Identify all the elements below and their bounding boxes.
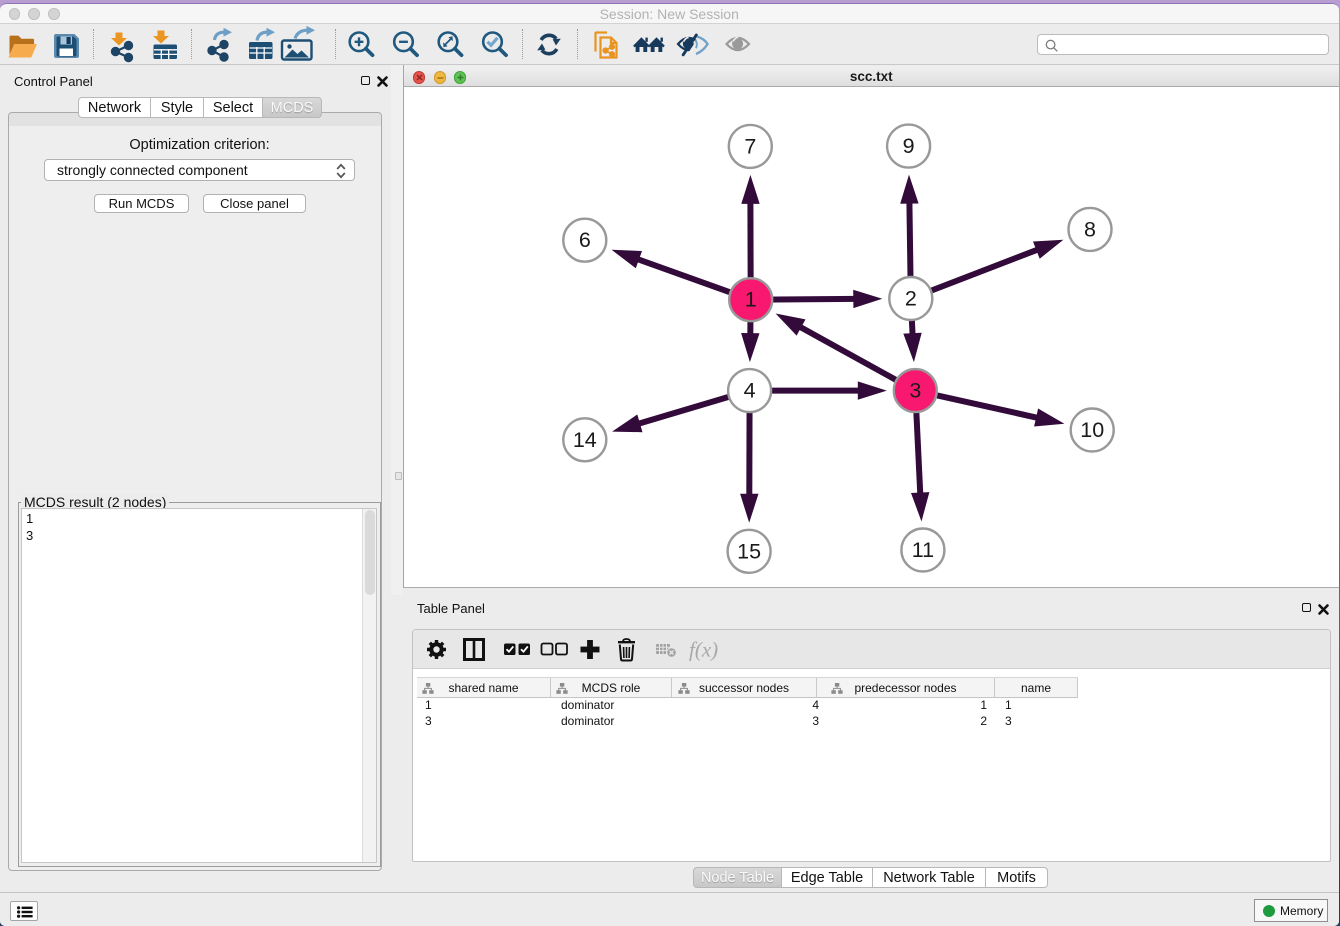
svg-text:9: 9: [903, 134, 915, 158]
svg-text:11: 11: [912, 538, 934, 562]
svg-text:14: 14: [573, 428, 597, 452]
svg-text:2: 2: [905, 287, 917, 311]
svg-text:1: 1: [745, 288, 757, 312]
svg-text:3: 3: [909, 379, 921, 403]
svg-text:8: 8: [1084, 217, 1096, 241]
svg-text:15: 15: [737, 539, 761, 563]
svg-text:4: 4: [744, 379, 756, 403]
svg-text:f(x): f(x): [689, 638, 718, 662]
svg-text:10: 10: [1080, 418, 1104, 442]
svg-text:7: 7: [744, 134, 756, 158]
svg-text:6: 6: [579, 228, 591, 252]
